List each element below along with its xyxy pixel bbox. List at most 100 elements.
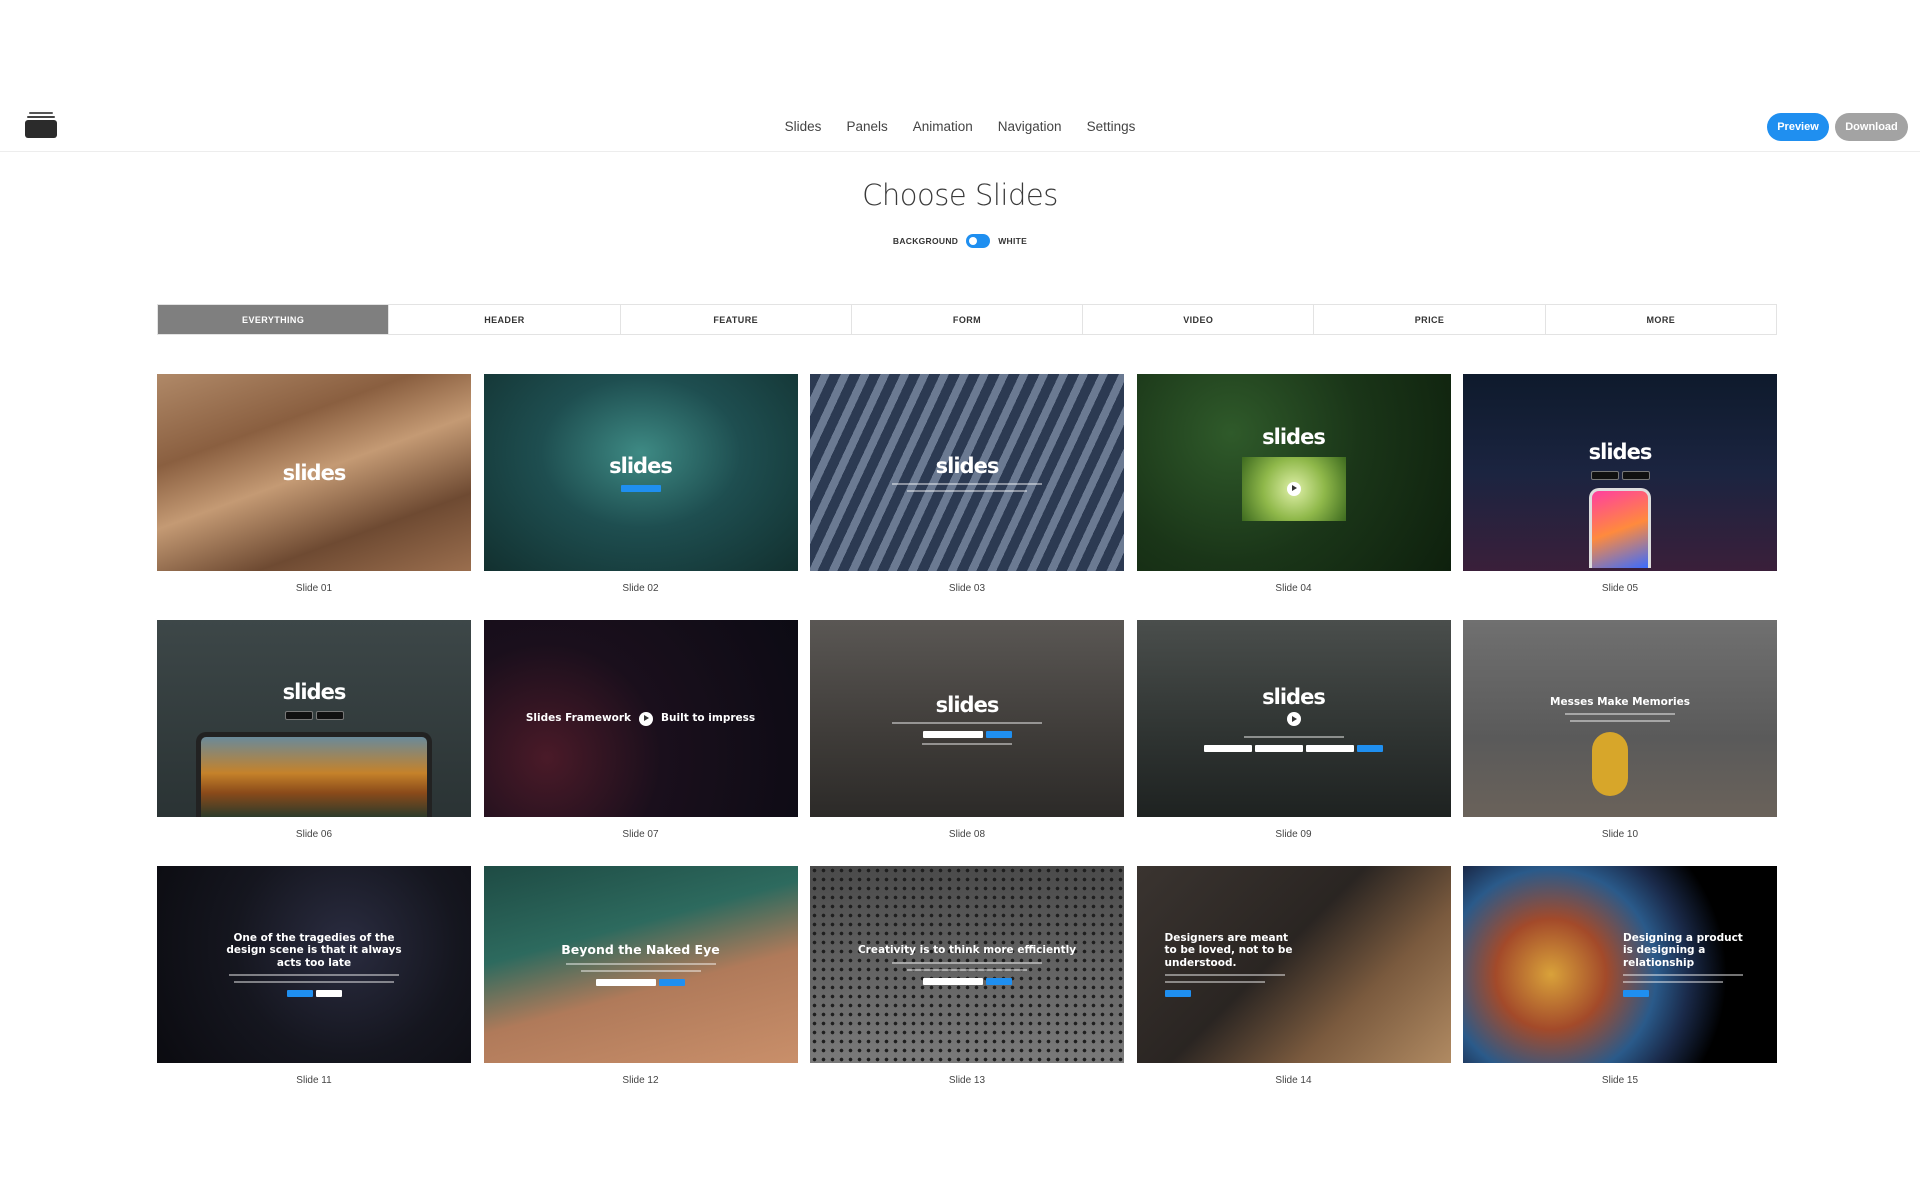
- slide-mini-button: [659, 978, 685, 986]
- background-toggle[interactable]: [966, 234, 991, 248]
- slide-mini-button-secondary: [315, 989, 342, 997]
- tab-everything[interactable]: EVERYTHING: [158, 305, 390, 334]
- slide-thumbnail: slides: [483, 374, 798, 571]
- slide-headline-row: Slides Framework Built to impress: [525, 711, 755, 726]
- slide-card[interactable]: slides Slide 01: [157, 374, 471, 620]
- slide-mini-button: [286, 989, 313, 997]
- slide-card[interactable]: Creativity is to think more efficiently …: [810, 866, 1124, 1112]
- slide-caption: Slide 09: [1275, 829, 1312, 840]
- download-button[interactable]: Download: [1835, 113, 1908, 141]
- slide-subtext-line: [229, 973, 399, 976]
- slide-subtext-line: [907, 489, 1027, 492]
- slide-text: One of the tragedies of the design scene…: [226, 932, 402, 969]
- slide-cta: [620, 484, 661, 492]
- slide-thumbnail: slides: [1136, 374, 1451, 571]
- top-bar: Slides Panels Animation Navigation Setti…: [0, 100, 1920, 152]
- slide-subtext-line: [907, 968, 1027, 971]
- toggle-knob: [969, 237, 978, 245]
- slide-card[interactable]: Messes Make Memories Slide 10: [1463, 620, 1777, 866]
- slide-caption: Slide 05: [1601, 583, 1639, 594]
- slide-card[interactable]: Slides Framework Built to impress Slide …: [483, 620, 798, 866]
- slide-mini-input: [1204, 745, 1252, 752]
- slide-subtext-line: [565, 962, 716, 965]
- slide-mini-button: [1164, 989, 1191, 997]
- slide-thumbnail: slides: [1136, 620, 1451, 817]
- slide-caption: Slide 06: [295, 829, 333, 840]
- phone-mockup: [1589, 488, 1651, 568]
- tab-header[interactable]: HEADER: [389, 305, 621, 334]
- slide-caption: Slide 12: [622, 1075, 659, 1086]
- slide-card[interactable]: Designers are meant to be loved, not to …: [1136, 866, 1451, 1112]
- slide-card[interactable]: slides Slide 08: [810, 620, 1124, 866]
- slide-card[interactable]: slides Slide 09: [1136, 620, 1451, 866]
- preview-button[interactable]: Preview: [1767, 113, 1829, 141]
- slide-caption: Slide 04: [1275, 583, 1312, 594]
- store-badges: [284, 711, 344, 720]
- logo-icon[interactable]: [25, 112, 57, 138]
- slide-text: slides: [935, 692, 1000, 717]
- slide-card[interactable]: slides Slide 04: [1136, 374, 1451, 620]
- slide-mini-input: [1306, 745, 1354, 752]
- slide-subtext-line: [1164, 973, 1285, 976]
- slide-subtext-line: [1623, 973, 1743, 976]
- slide-mini-button: [985, 730, 1012, 738]
- slide-caption: Slide 08: [948, 829, 986, 840]
- nav-item-settings[interactable]: Settings: [1087, 119, 1136, 134]
- category-tabs: EVERYTHING HEADER FEATURE FORM VIDEO PRI…: [157, 304, 1777, 335]
- slide-text: slides: [935, 453, 1000, 478]
- play-icon: [639, 711, 654, 726]
- slide-caption: Slide 07: [622, 829, 659, 840]
- slide-card[interactable]: slides Slide 06: [157, 620, 471, 866]
- slide-card[interactable]: slides Slide 02: [483, 374, 798, 620]
- slide-text: slides: [282, 680, 347, 704]
- slide-text: Designing a product is designing a relat…: [1623, 932, 1743, 969]
- nav-item-slides[interactable]: Slides: [785, 119, 822, 134]
- slide-buttons: [1623, 989, 1649, 997]
- slide-subtext-line: [580, 969, 701, 972]
- nav-item-animation[interactable]: Animation: [913, 119, 973, 134]
- slide-thumbnail: Messes Make Memories: [1463, 620, 1777, 817]
- slide-text: slides: [609, 453, 673, 478]
- slide-thumbnail: Designers are meant to be loved, not to …: [1136, 866, 1451, 1063]
- tab-price[interactable]: PRICE: [1314, 305, 1546, 334]
- laptop-mockup: [196, 732, 432, 817]
- surfboard-shape: [1592, 732, 1628, 797]
- microsoft-store-badge: [1621, 471, 1650, 480]
- nav-item-panels[interactable]: Panels: [846, 119, 887, 134]
- slide-subtext-line: [1570, 720, 1670, 723]
- tab-feature[interactable]: FEATURE: [621, 305, 852, 334]
- slide-caption: Slide 03: [948, 583, 986, 594]
- slide-thumbnail: slides: [810, 620, 1124, 817]
- slide-thumbnail: One of the tragedies of the design scene…: [157, 866, 471, 1063]
- tab-video[interactable]: VIDEO: [1083, 305, 1315, 334]
- slide-card[interactable]: slides Slide 03: [810, 374, 1124, 620]
- play-icon: [1286, 481, 1301, 496]
- slide-text: Beyond the Naked Eye: [561, 942, 720, 958]
- tab-more[interactable]: MORE: [1546, 305, 1776, 334]
- nav-item-navigation[interactable]: Navigation: [998, 119, 1062, 134]
- slide-thumbnail: Slides Framework Built to impress: [483, 620, 798, 817]
- slide-card[interactable]: slides Slide 05: [1463, 374, 1777, 620]
- slide-card[interactable]: One of the tragedies of the design scene…: [157, 866, 471, 1112]
- slide-mini-input: [1255, 745, 1303, 752]
- slide-card[interactable]: Designing a product is designing a relat…: [1463, 866, 1777, 1112]
- tab-form[interactable]: FORM: [852, 305, 1084, 334]
- slide-text: slides: [1588, 440, 1653, 464]
- slide-text: slides: [1262, 685, 1326, 709]
- slide-text: Messes Make Memories: [1550, 696, 1690, 708]
- slide-text: Designers are meant to be loved, not to …: [1164, 932, 1293, 969]
- slide-mini-input: [922, 977, 983, 985]
- slide-caption: Slide 11: [296, 1075, 332, 1086]
- main-nav: Slides Panels Animation Navigation Setti…: [0, 100, 1920, 152]
- slide-mini-button: [1357, 745, 1383, 752]
- google-play-badge: [315, 711, 344, 720]
- page-title: Choose Slides: [862, 178, 1058, 212]
- toggle-label-background: BACKGROUND: [892, 236, 959, 246]
- slide-form: [922, 730, 1012, 738]
- slide-caption: Slide 15: [1601, 1075, 1639, 1086]
- slide-caption: Slide 13: [948, 1075, 986, 1086]
- slide-mini-input: [596, 978, 656, 986]
- slide-text: Slides Framework: [525, 712, 632, 725]
- slide-thumbnail: slides: [810, 374, 1124, 571]
- slide-card[interactable]: Beyond the Naked Eye Slide 12: [483, 866, 798, 1112]
